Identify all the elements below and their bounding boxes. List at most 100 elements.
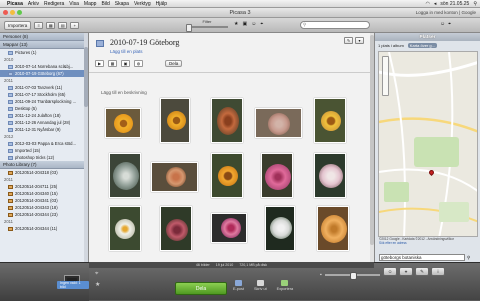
section-people[interactable]: Personer (8) <box>0 33 88 41</box>
album-header: 2010-07-19 Göteborg Lägg till en plats ✎… <box>89 33 374 73</box>
folder-item[interactable]: photoshop tricks (12) <box>0 154 88 161</box>
library-item[interactable]: 20120514-204711 (25) <box>0 183 88 190</box>
photo-thumbnail[interactable] <box>314 98 346 143</box>
export-action[interactable]: Exportera <box>277 280 293 291</box>
photo-thumbnail[interactable] <box>265 206 295 251</box>
folder-label: photoshop tricks (12) <box>15 155 55 160</box>
map-tag[interactable]: Karta över g... <box>407 43 437 48</box>
star-filter-icon[interactable]: ★ <box>234 21 238 27</box>
edit-icon[interactable]: ✎ <box>344 37 353 44</box>
photo-thumbnail[interactable] <box>317 206 349 251</box>
wifi-icon[interactable]: ◠ <box>426 1 430 7</box>
add-icon[interactable]: + <box>70 21 80 29</box>
list-view-icon[interactable]: ≡ <box>34 21 44 29</box>
library-item[interactable]: 20120514-204341 (03) <box>0 197 88 204</box>
add-place-link[interactable]: Lägg till en plats <box>110 49 143 54</box>
folder-item[interactable]: 2010-07-14 Norrebana scl&bj... <box>0 63 88 70</box>
folder-icon <box>8 141 13 146</box>
photo-thumbnail[interactable] <box>211 153 243 198</box>
library-item[interactable]: 20120514-204340 (15) <box>0 190 88 197</box>
video-filter-icon[interactable]: ▣ <box>242 21 247 27</box>
section-photo-library[interactable]: Photo Library (7) <box>0 161 88 169</box>
collage-icon[interactable]: ▦ <box>108 60 117 67</box>
share-button[interactable]: Dela <box>165 60 183 67</box>
web-album-icon[interactable]: ◍ <box>134 60 143 67</box>
map-view[interactable] <box>378 51 478 237</box>
search-address-link[interactable]: Sök efter en adress <box>379 241 407 245</box>
folder-item[interactable]: 2011-12-31 Nyårsbar (9) <box>0 126 88 133</box>
section-folders[interactable]: Mappar (13) <box>0 41 88 49</box>
photo-thumbnail[interactable] <box>255 108 302 138</box>
volume-icon[interactable]: ◂ <box>434 1 437 7</box>
spotlight-icon[interactable]: ⚲ <box>473 1 477 7</box>
tree-view-icon[interactable]: ▤ <box>58 21 68 29</box>
photo-thumbnail[interactable] <box>151 162 198 192</box>
geotag-filter-icon[interactable]: ⌖ <box>260 21 263 27</box>
share-button[interactable]: Dela <box>175 282 227 295</box>
library-item[interactable]: 20120514-204318 (03) <box>0 169 88 176</box>
filter-slider[interactable] <box>186 24 228 32</box>
print-action[interactable]: Skriv ut <box>254 280 267 291</box>
menu-item[interactable]: Verktyg <box>134 1 151 7</box>
tags-icon[interactable]: ✎ <box>415 267 429 276</box>
menu-item[interactable]: Arkiv <box>28 1 39 7</box>
folder-item[interactable]: 2012-03-03 Pappa & Erca stöd... <box>0 140 88 147</box>
clock[interactable]: sön 21.05.25 <box>440 1 469 7</box>
photo-thumbnail[interactable] <box>314 153 346 198</box>
places-icon[interactable]: ⌖ <box>399 267 413 276</box>
photo-thumbnail[interactable] <box>211 213 247 243</box>
map-pin-icon[interactable]: ⌖ <box>448 21 451 27</box>
menu-app[interactable]: Picasa <box>7 1 23 7</box>
pin-icon[interactable]: ⌖ <box>95 271 100 278</box>
face-filter-icon[interactable]: ☺ <box>251 21 256 27</box>
people-icon[interactable]: ☺ <box>383 267 397 276</box>
menu-item[interactable]: Mapp <box>84 1 97 7</box>
photo-thumbnail[interactable] <box>109 206 141 251</box>
photo-thumbnail[interactable] <box>211 98 243 143</box>
small-thumb-icon[interactable]: ▪ <box>320 272 322 278</box>
folder-item[interactable]: Desktop (5) <box>0 105 88 112</box>
person-icon[interactable]: ☺ <box>440 21 445 27</box>
map-search-input[interactable]: göteborgs botaniska <box>379 254 465 261</box>
minimize-window-icon[interactable] <box>10 10 15 15</box>
zoom-controls[interactable] <box>382 56 389 96</box>
folder-item[interactable]: Imported (15) <box>0 147 88 154</box>
photo-thumbnail[interactable] <box>160 206 192 251</box>
folder-item-selected[interactable]: 2010-07-19 Göteborg (67) <box>0 70 88 77</box>
login-link[interactable]: Logga in med konton | Google <box>416 10 476 15</box>
folder-item[interactable]: 2011-12-26 Annandag jul (28) <box>0 119 88 126</box>
zoom-window-icon[interactable] <box>17 10 22 15</box>
email-action[interactable]: E-post <box>233 280 244 291</box>
import-button[interactable]: Importera <box>4 20 32 30</box>
folder-item[interactable]: 2011-07-03 Tanzverk (11) <box>0 84 88 91</box>
menu-item[interactable]: Hjälp <box>156 1 167 7</box>
search-input[interactable]: ⚲ <box>300 21 370 29</box>
library-item[interactable]: 20120514-204344 (11) <box>0 225 88 232</box>
movie-icon[interactable]: ▣ <box>121 60 130 67</box>
close-window-icon[interactable] <box>3 10 8 15</box>
menu-item[interactable]: Redigera <box>44 1 64 7</box>
photo-thumbnail[interactable] <box>160 98 190 143</box>
photo-thumbnail[interactable] <box>109 153 141 198</box>
info-icon[interactable]: i <box>431 267 445 276</box>
play-slideshow-icon[interactable]: ▶ <box>95 60 104 67</box>
menu-item[interactable]: Skapa <box>115 1 129 7</box>
search-icon[interactable]: ⚲ <box>467 255 470 261</box>
menu-item[interactable]: Visa <box>69 1 79 7</box>
library-item[interactable]: 20120514-204344 (23) <box>0 211 88 218</box>
folder-item[interactable]: Pictures (1) <box>0 49 88 56</box>
grid-view-icon[interactable]: ▦ <box>46 21 56 29</box>
zoom-slider[interactable] <box>324 271 380 280</box>
star-icon[interactable]: ★ <box>95 281 100 288</box>
folder-item[interactable]: 2011-09-24 Tranbärsplockning ... <box>0 98 88 105</box>
folder-item[interactable]: 2011-12-24 Julafton (18) <box>0 112 88 119</box>
photo-thumbnail[interactable] <box>105 108 141 138</box>
sidebar-scrollbar[interactable] <box>84 33 88 262</box>
more-icon[interactable]: ▾ <box>355 37 364 44</box>
folder-item[interactable]: 2011-07-17 Stockholm (65) <box>0 91 88 98</box>
album-title[interactable]: 2010-07-19 Göteborg <box>110 38 179 47</box>
menu-item[interactable]: Bild <box>101 1 109 7</box>
photo-thumbnail[interactable] <box>261 153 293 198</box>
album-description[interactable]: Lägg till en beskrivning <box>101 90 147 95</box>
library-item[interactable]: 20120514-204343 (18) <box>0 204 88 211</box>
